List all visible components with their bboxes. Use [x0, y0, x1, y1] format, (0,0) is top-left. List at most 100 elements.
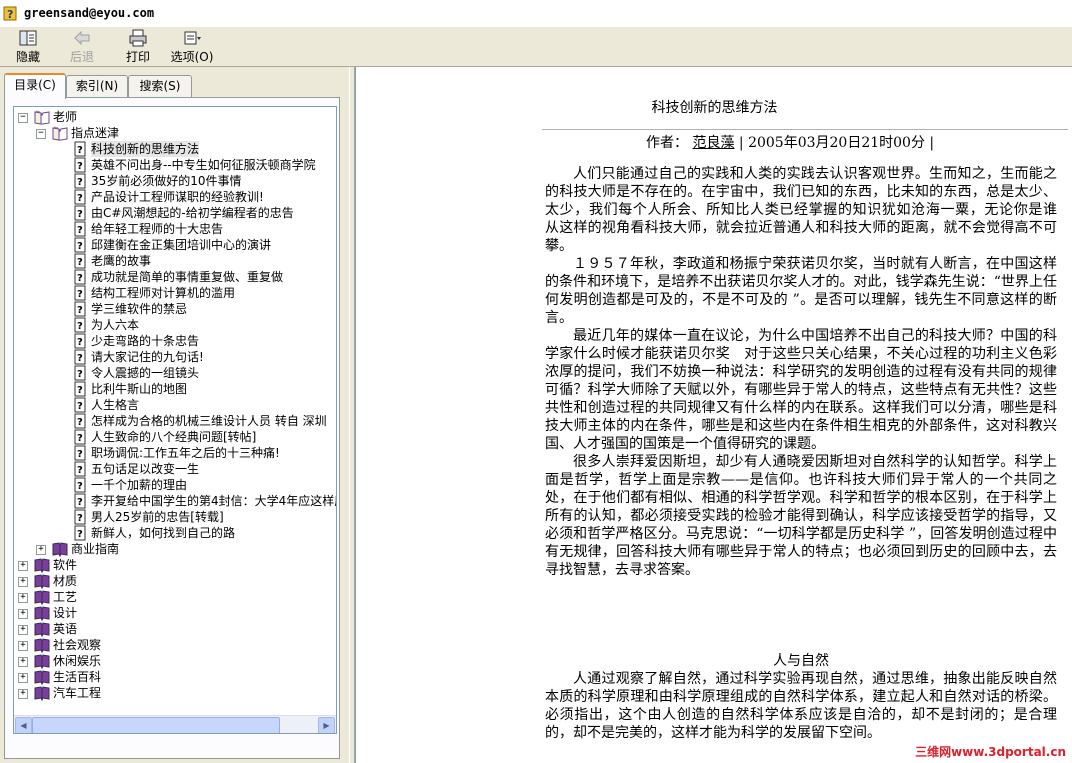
- contents-tree: − 老师 − 指点迷津? 科技创新的思维方法? 英雄不问出身--中专生如何征服沃顿商学院?…: [13, 106, 337, 734]
- tree-node-book[interactable]: + 设计: [14, 605, 336, 622]
- svg-text:?: ?: [77, 369, 83, 380]
- back-button[interactable]: 后退: [64, 29, 100, 64]
- scroll-right-icon[interactable]: ▶: [318, 717, 335, 733]
- tree-node-label: 人生格言: [91, 398, 140, 412]
- svg-text:?: ?: [77, 273, 83, 284]
- svg-text:?: ?: [7, 8, 13, 21]
- tree-node-topic[interactable]: ? 怎样成为合格的机械三维设计人员 转自 深圳: [14, 413, 336, 429]
- tree-node-topic[interactable]: ? 35岁前必须做好的10件事情: [14, 173, 336, 189]
- options-button[interactable]: 选项(O): [168, 29, 216, 64]
- tree-node-topic[interactable]: ? 邱建衡在金正集团培训中心的演讲: [14, 237, 336, 253]
- tree-node-topic[interactable]: ? 比利牛斯山的地图: [14, 381, 336, 397]
- scroll-left-icon[interactable]: ◀: [15, 717, 32, 733]
- collapse-icon[interactable]: −: [18, 113, 28, 123]
- tree-node-topic[interactable]: ? 请大家记住的九句话!: [14, 349, 336, 365]
- tree-node-label: 给年轻工程师的十大忠告: [91, 222, 224, 236]
- tab-search[interactable]: 搜索(S): [128, 75, 192, 97]
- tree-node-folder[interactable]: + 商业指南: [14, 541, 336, 558]
- tree-node-topic[interactable]: ? 给年轻工程师的十大忠告: [14, 221, 336, 237]
- scrollbar-thumb[interactable]: [32, 717, 280, 733]
- horizontal-scrollbar[interactable]: ◀ ▶: [14, 715, 336, 733]
- help-page-icon: ?: [72, 221, 88, 237]
- tree-node-book[interactable]: + 生活百科: [14, 669, 336, 686]
- tab-index[interactable]: 索引(N): [66, 75, 128, 97]
- tree-node-label: 工艺: [53, 590, 78, 604]
- tree-node-topic[interactable]: ? 少走弯路的十条忠告: [14, 333, 336, 349]
- expand-icon[interactable]: +: [18, 657, 28, 667]
- tree-node-topic[interactable]: ? 李开复给中国学生的第4封信：大学4年应这样度: [14, 493, 336, 509]
- collapse-icon[interactable]: −: [36, 129, 46, 139]
- tree-node-book[interactable]: + 社会观察: [14, 637, 336, 654]
- expand-icon[interactable]: +: [18, 609, 28, 619]
- tree-node-topic[interactable]: ? 学三维软件的禁忌: [14, 301, 336, 317]
- svg-text:?: ?: [77, 449, 83, 460]
- svg-text:?: ?: [77, 497, 83, 508]
- svg-text:?: ?: [77, 305, 83, 316]
- tree-node-topic[interactable]: ? 产品设计工程师谋职的经验教训!: [14, 189, 336, 205]
- help-page-icon: ?: [72, 445, 88, 461]
- help-page-icon: ?: [72, 477, 88, 493]
- tree-node-folder[interactable]: − 指点迷津: [14, 125, 336, 141]
- tree-node-book[interactable]: + 工艺: [14, 589, 336, 606]
- tree-node-topic[interactable]: ? 职场调侃:工作五年之后的十三种痛!: [14, 445, 336, 461]
- expand-icon[interactable]: +: [18, 625, 28, 635]
- expand-icon[interactable]: +: [18, 689, 28, 699]
- expand-icon[interactable]: +: [18, 641, 28, 651]
- nav-tabs: 目录(C) 索引(N) 搜索(S): [4, 73, 344, 99]
- tree-node-topic[interactable]: ? 人生致命的八个经典问题[转帖]: [14, 429, 336, 445]
- tree-node-topic[interactable]: ? 男人25岁前的忠告[转载]: [14, 509, 336, 525]
- tree-node-topic[interactable]: ? 成功就是简单的事情重复做、重复做: [14, 269, 336, 285]
- tree-node-topic[interactable]: ? 新鲜人，如何找到自己的路: [14, 525, 336, 541]
- tree-node-label: 英语: [53, 622, 78, 636]
- hide-button[interactable]: 隐藏: [10, 29, 46, 64]
- tree-node-topic[interactable]: ? 一千个加薪的理由: [14, 477, 336, 493]
- tree-node-topic[interactable]: ? 五句话足以改变一生: [14, 461, 336, 477]
- article-title: 科技创新的思维方法: [651, 100, 778, 116]
- expand-icon[interactable]: +: [36, 545, 46, 555]
- help-page-icon: ?: [72, 253, 88, 269]
- author-link[interactable]: 范良藻: [692, 135, 734, 151]
- tree-node-topic[interactable]: ? 老鹰的故事: [14, 253, 336, 269]
- tree-node-root[interactable]: − 老师: [14, 109, 336, 125]
- byline-separator: |: [929, 135, 935, 151]
- book-icon: [52, 541, 68, 558]
- tree-node-topic[interactable]: ? 令人震撼的一组镜头: [14, 365, 336, 381]
- expand-icon[interactable]: +: [18, 577, 28, 587]
- tab-contents[interactable]: 目录(C): [4, 73, 66, 99]
- svg-text:?: ?: [77, 385, 83, 396]
- svg-text:?: ?: [77, 321, 83, 332]
- tree-node-topic[interactable]: ? 为人六本: [14, 317, 336, 333]
- help-page-icon: ?: [72, 349, 88, 365]
- tree-node-label: 邱建衡在金正集团培训中心的演讲: [91, 238, 272, 252]
- expand-icon[interactable]: +: [18, 593, 28, 603]
- tree-node-book[interactable]: + 软件: [14, 557, 336, 574]
- tree-node-book[interactable]: + 材质: [14, 573, 336, 590]
- book-icon: [34, 589, 50, 606]
- toolbar: 隐藏 后退 打印 选项(O): [0, 27, 1072, 67]
- options-icon: [184, 31, 201, 45]
- svg-text:?: ?: [77, 257, 83, 268]
- expand-icon[interactable]: +: [18, 561, 28, 571]
- section-title: 人与自然: [773, 653, 829, 669]
- tree-node-label: 为人六本: [91, 318, 140, 332]
- svg-text:?: ?: [77, 193, 83, 204]
- tree-node-book[interactable]: + 汽车工程: [14, 685, 336, 702]
- svg-text:?: ?: [77, 177, 83, 188]
- tree-node-topic[interactable]: ? 结构工程师对计算机的滥用: [14, 285, 336, 301]
- expand-icon[interactable]: +: [18, 673, 28, 683]
- tree-node-book[interactable]: + 英语: [14, 621, 336, 638]
- tree-node-topic[interactable]: ? 科技创新的思维方法: [14, 141, 336, 157]
- paragraph: 很多人崇拜爱因斯坦，却少有人通晓爱因斯坦对自然科学的认知哲学。科学上面是哲学，哲…: [545, 454, 1057, 578]
- tree-node-topic[interactable]: ? 英雄不问出身--中专生如何征服沃顿商学院: [14, 157, 336, 173]
- print-button[interactable]: 打印: [120, 29, 156, 64]
- navigation-pane: 目录(C) 索引(N) 搜索(S) − 老师 − 指点迷津? 科技创新的思维方法? 英雄不…: [0, 67, 349, 763]
- paragraph: 人通过观察了解自然，通过科学实验再现自然，通过思维，抽象出能反映自然本质的科学原…: [545, 671, 1057, 741]
- contents-panel: − 老师 − 指点迷津? 科技创新的思维方法? 英雄不问出身--中专生如何征服沃顿商学院?…: [4, 97, 340, 759]
- tree-node-book[interactable]: + 休闲娱乐: [14, 653, 336, 670]
- tree-node-label: 英雄不问出身--中专生如何征服沃顿商学院: [91, 158, 316, 172]
- tree-node-label: 汽车工程: [53, 686, 102, 700]
- tree-node-topic[interactable]: ? 由C#风潮想起的-给初学编程者的忠告: [14, 205, 336, 221]
- tree-node-label: 软件: [53, 558, 78, 572]
- tree-node-topic[interactable]: ? 人生格言: [14, 397, 336, 413]
- svg-text:?: ?: [77, 417, 83, 428]
